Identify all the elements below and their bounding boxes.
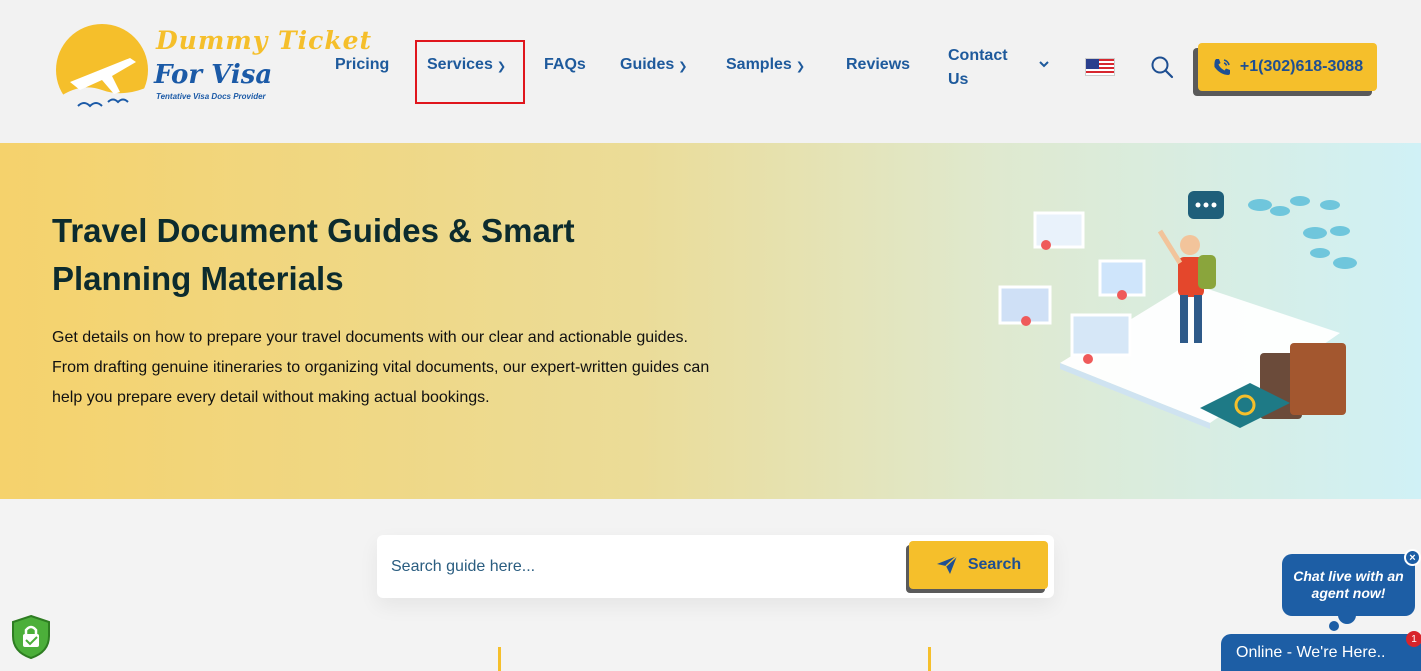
traveler-illustration-icon bbox=[998, 191, 1357, 429]
nav-guides[interactable]: Guides ❯ bbox=[620, 56, 687, 74]
nav-contact-us[interactable]: Contact Us bbox=[948, 44, 1008, 92]
logo-text-line1: Dummy Ticket bbox=[156, 26, 373, 55]
chat-status-bar[interactable]: Online - We're Here.. bbox=[1221, 634, 1421, 671]
search-button[interactable]: Search bbox=[909, 541, 1048, 589]
chat-status-label: Online - We're Here.. bbox=[1236, 643, 1386, 661]
hero-desc-line2: From drafting genuine itineraries to org… bbox=[52, 359, 710, 406]
guide-search-box: Search bbox=[377, 535, 1054, 598]
nav-pricing[interactable]: Pricing bbox=[335, 56, 389, 74]
nav-services[interactable]: Services ❯ bbox=[427, 56, 506, 74]
hero-title: Travel Document Guides & Smart Planning … bbox=[52, 212, 575, 297]
divider-line bbox=[498, 647, 501, 671]
nav-contact-line2: Us bbox=[948, 71, 969, 88]
chevron-down-icon: ❯ bbox=[795, 60, 806, 73]
site-logo[interactable]: Dummy Ticket For Visa Tentative Visa Doc… bbox=[50, 20, 371, 115]
chat-invite-text: Chat live with an agent now! bbox=[1293, 568, 1404, 601]
chat-bubble-tail bbox=[1338, 606, 1356, 624]
phone-call-button[interactable]: +1(302)618-3088 bbox=[1198, 43, 1377, 91]
phone-number-label: +1(302)618-3088 bbox=[1239, 58, 1364, 75]
hero-desc-line1: Get details on how to prepare your trave… bbox=[52, 329, 688, 346]
flag-canton bbox=[1086, 59, 1099, 69]
nav-reviews-label: Reviews bbox=[846, 56, 911, 73]
chat-notification-badge: 1 bbox=[1406, 631, 1421, 647]
logo-text-line2: For Visa bbox=[154, 60, 273, 90]
nav-guides-label: Guides bbox=[620, 56, 675, 73]
nav-faqs[interactable]: FAQs bbox=[544, 56, 586, 74]
search-icon[interactable] bbox=[1150, 55, 1174, 79]
search-button-label: Search bbox=[967, 556, 1022, 573]
nav-reviews[interactable]: Reviews bbox=[846, 56, 910, 74]
nav-samples[interactable]: Samples ❯ bbox=[726, 56, 805, 74]
nav-pricing-label: Pricing bbox=[335, 56, 390, 73]
hero-section: Travel Document Guides & Smart Planning … bbox=[0, 143, 1421, 499]
nav-contact-line1: Contact bbox=[948, 47, 1008, 64]
hero-description: Get details on how to prepare your trave… bbox=[52, 323, 732, 413]
chat-bubble-tail bbox=[1329, 621, 1339, 631]
site-header: Dummy Ticket For Visa Tentative Visa Doc… bbox=[0, 0, 1421, 143]
us-flag-icon[interactable] bbox=[1085, 58, 1115, 76]
logo-tagline: Tentative Visa Docs Provider bbox=[156, 92, 266, 101]
guide-search-input[interactable] bbox=[391, 549, 891, 585]
divider-line bbox=[928, 647, 931, 671]
chevron-down-icon: ❯ bbox=[496, 60, 507, 73]
nav-services-label: Services bbox=[427, 56, 493, 73]
nav-samples-label: Samples bbox=[726, 56, 792, 73]
nav-faqs-label: FAQs bbox=[544, 56, 586, 73]
chevron-down-icon[interactable] bbox=[1038, 58, 1050, 70]
logo-sun-plane-icon bbox=[56, 24, 150, 115]
chevron-down-icon: ❯ bbox=[678, 60, 688, 73]
lock-shield-icon[interactable] bbox=[10, 614, 52, 660]
phone-icon bbox=[1214, 59, 1230, 75]
chat-close-icon[interactable]: × bbox=[1404, 549, 1421, 566]
paper-plane-icon bbox=[936, 555, 958, 574]
